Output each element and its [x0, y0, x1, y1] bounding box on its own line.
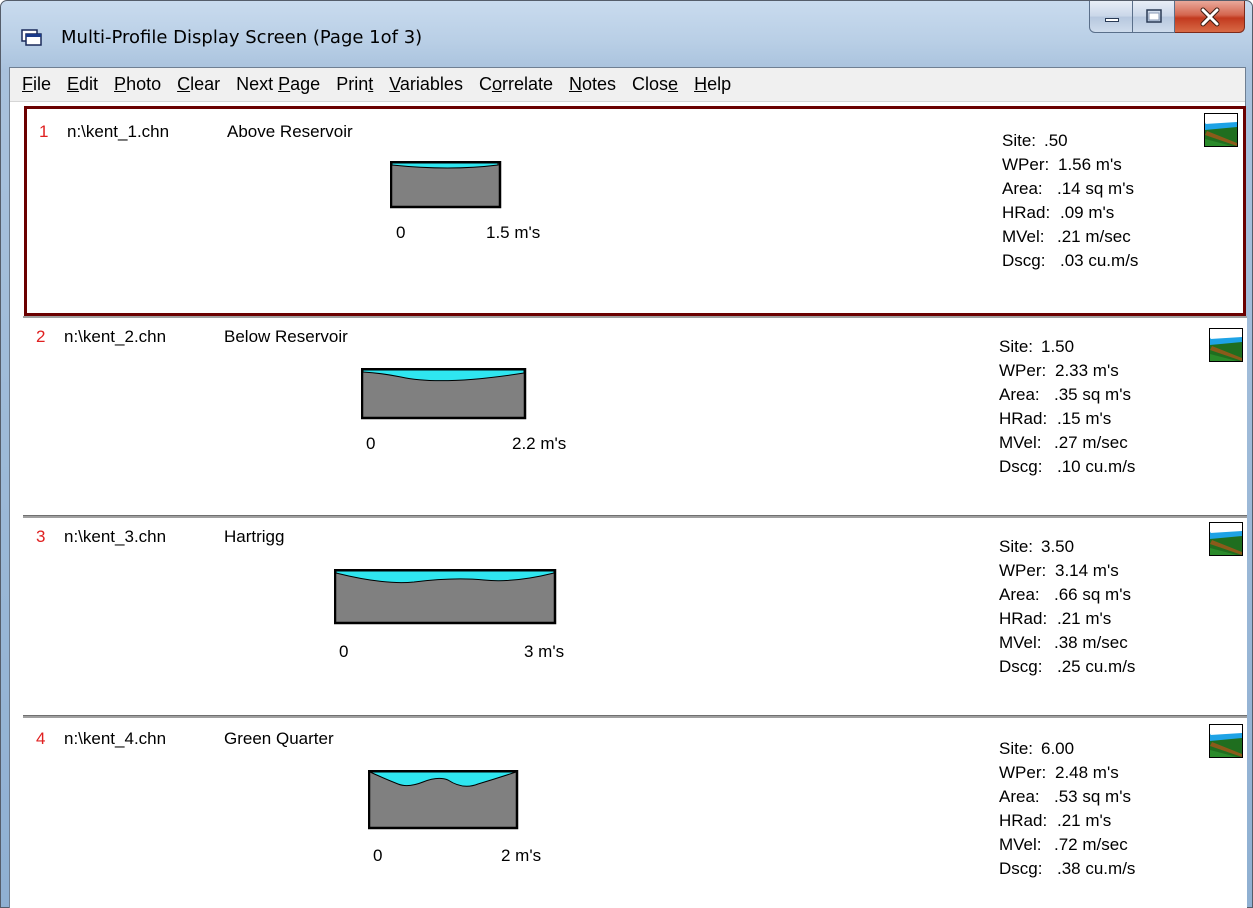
stat-dscg: Dscg: .03 cu.m/s — [1002, 251, 1139, 270]
close-icon — [1200, 7, 1220, 27]
cross-section — [361, 368, 527, 420]
cross-section — [390, 161, 502, 209]
menu-help[interactable]: Help — [686, 74, 739, 95]
maximize-button[interactable] — [1133, 1, 1175, 33]
menu-next-page[interactable]: Next Page — [228, 74, 328, 95]
menu-edit[interactable]: Edit — [59, 74, 106, 95]
stat-site: Site: 1.50 — [999, 337, 1075, 356]
profile-name: Green Quarter — [224, 729, 334, 748]
close-button[interactable] — [1175, 1, 1245, 33]
stat-dscg: Dscg: .10 cu.m/s — [999, 457, 1136, 476]
profile-number: 4 — [36, 729, 46, 748]
scale-start: 0 — [373, 846, 383, 865]
minimize-icon — [1105, 18, 1119, 22]
stat-dscg: Dscg: .25 cu.m/s — [999, 657, 1136, 676]
stat-wper: WPer: 1.56 m's — [1002, 155, 1122, 174]
menu-photo[interactable]: Photo — [106, 74, 169, 95]
stat-area: Area: .53 sq m's — [999, 787, 1131, 806]
profile-number: 3 — [36, 527, 46, 546]
scale-start: 0 — [396, 223, 406, 242]
stat-area: Area: .35 sq m's — [999, 385, 1131, 404]
stat-wper: WPer: 3.14 m's — [999, 561, 1119, 580]
cross-section — [368, 770, 519, 830]
minimize-button[interactable] — [1089, 1, 1133, 33]
menu-bar: File Edit Photo Clear Next Page Print Va… — [10, 68, 1245, 102]
profile-panel-3[interactable]: 3 n:\kent_3.chn Hartrigg 0 3 m's Site: 3.… — [23, 516, 1247, 716]
profile-panel-1[interactable]: 1 n:\kent_1.chn Above Reservoir 0 1.5 m'… — [24, 106, 1246, 316]
profile-file: n:\kent_1.chn — [67, 122, 170, 141]
profile-stats: Site: 3.50 WPer: 3.14 m's Area: .66 sq m's … — [999, 535, 1135, 679]
menu-variables[interactable]: Variables — [381, 74, 471, 95]
scale-end: 2 m's — [501, 846, 542, 865]
menu-close[interactable]: Close — [624, 74, 686, 95]
scale-start: 0 — [339, 642, 349, 661]
scale-end: 2.2 m's — [512, 434, 567, 453]
stat-area: Area: .14 sq m's — [1002, 179, 1134, 198]
stat-site: Site: 6.00 — [999, 739, 1075, 758]
stat-hrad: HRad: .21 m's — [999, 811, 1112, 830]
menu-correlate[interactable]: Correlate — [471, 74, 561, 95]
profile-file: n:\kent_2.chn — [64, 327, 167, 346]
window-title: Multi-Profile Display Screen (Page 1of 3… — [61, 27, 423, 48]
stat-wper: WPer: 2.48 m's — [999, 763, 1119, 782]
scale-start: 0 — [366, 434, 376, 453]
profile-panel-2[interactable]: 2 n:\kent_2.chn Below Reservoir 0 2.2 m'… — [23, 316, 1247, 516]
menu-print[interactable]: Print — [328, 74, 381, 95]
profile-file: n:\kent_3.chn — [64, 527, 167, 546]
menu-file[interactable]: File — [14, 74, 59, 95]
photo-icon[interactable] — [1204, 113, 1238, 147]
stat-dscg: Dscg: .38 cu.m/s — [999, 859, 1136, 878]
menu-clear[interactable]: Clear — [169, 74, 228, 95]
profile-file: n:\kent_4.chn — [64, 729, 167, 748]
stat-site: Site: .50 — [1002, 131, 1068, 150]
stat-hrad: HRad: .09 m's — [1002, 203, 1115, 222]
app-window: Multi-Profile Display Screen (Page 1of 3… — [0, 0, 1253, 908]
profile-number: 2 — [36, 327, 46, 346]
profile-stats: Site: 1.50 WPer: 2.33 m's Area: .35 sq m's … — [999, 335, 1135, 479]
stat-wper: WPer: 2.33 m's — [999, 361, 1119, 380]
profile-stats: Site: .50 WPer: 1.56 m's Area: .14 sq m's H… — [1002, 129, 1138, 273]
stat-mvel: MVel: .21 m/sec — [1002, 227, 1131, 246]
stat-mvel: MVel: .38 m/sec — [999, 633, 1128, 652]
scale-end: 1.5 m's — [486, 223, 541, 242]
profile-number: 1 — [39, 122, 49, 141]
profile-panel-4[interactable]: 4 n:\kent_4.chn Green Quarter 0 2 m's Si… — [23, 716, 1247, 908]
stat-area: Area: .66 sq m's — [999, 585, 1131, 604]
profile-stats: Site: 6.00 WPer: 2.48 m's Area: .53 sq m's … — [999, 737, 1135, 881]
stat-hrad: HRad: .15 m's — [999, 409, 1112, 428]
menu-notes[interactable]: Notes — [561, 74, 624, 95]
photo-icon[interactable] — [1209, 724, 1243, 758]
app-icon — [21, 29, 42, 46]
caption-buttons — [1089, 1, 1245, 33]
stat-mvel: MVel: .72 m/sec — [999, 835, 1128, 854]
title-bar[interactable]: Multi-Profile Display Screen (Page 1of 3… — [1, 1, 1252, 65]
scale-end: 3 m's — [524, 642, 565, 661]
maximize-icon — [1146, 9, 1162, 23]
profile-name: Below Reservoir — [224, 327, 348, 346]
photo-icon[interactable] — [1209, 328, 1243, 362]
cross-section — [334, 569, 557, 625]
profile-name: Hartrigg — [224, 527, 285, 546]
client-area: File Edit Photo Clear Next Page Print Va… — [9, 67, 1247, 908]
profile-name: Above Reservoir — [227, 122, 353, 141]
stat-site: Site: 3.50 — [999, 537, 1075, 556]
stat-hrad: HRad: .21 m's — [999, 609, 1112, 628]
stat-mvel: MVel: .27 m/sec — [999, 433, 1128, 452]
photo-icon[interactable] — [1209, 522, 1243, 556]
